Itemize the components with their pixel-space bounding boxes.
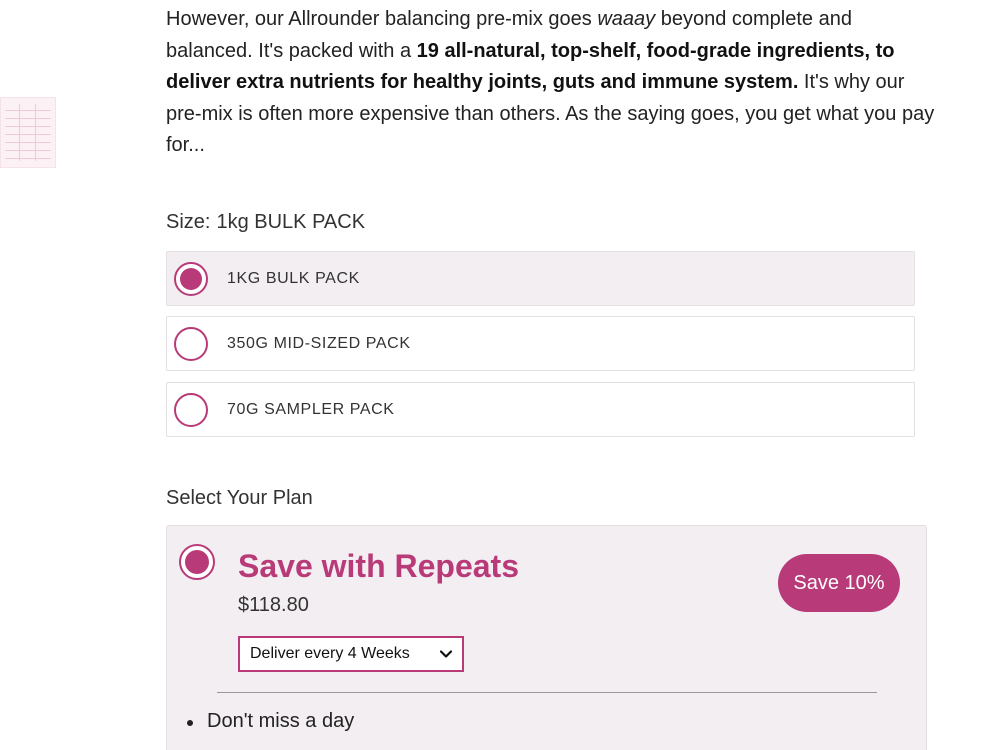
description-text: However, our Allrounder balancing pre-mi… (166, 8, 598, 30)
plan-label: Select Your Plan (166, 487, 313, 509)
size-option-label: 350G MID-SIZED PACK (227, 334, 411, 352)
size-option-70g[interactable]: 70G SAMPLER PACK (166, 382, 915, 437)
radio-unchecked-icon[interactable] (174, 326, 208, 361)
size-label-prefix: Size: (166, 211, 211, 233)
size-option-350g[interactable]: 350G MID-SIZED PACK (166, 316, 915, 371)
size-option-1kg[interactable]: 1KG BULK PACK (166, 251, 915, 306)
size-label: Size: 1kg BULK PACK (166, 211, 365, 234)
plan-option-repeats[interactable]: Save with Repeats $118.80 Save 10% Deliv… (166, 525, 927, 750)
plan-benefits-list: Don't miss a day (186, 710, 354, 742)
product-description: However, our Allrounder balancing pre-mi… (166, 4, 936, 162)
product-thumbnail[interactable] (0, 97, 56, 168)
divider (217, 692, 877, 693)
radio-unchecked-icon[interactable] (174, 392, 208, 427)
size-selected-value: 1kg BULK PACK (216, 211, 366, 233)
product-details: However, our Allrounder balancing pre-mi… (166, 4, 936, 750)
save-badge: Save 10% (778, 554, 900, 612)
description-emphasis: waaay (597, 8, 656, 30)
delivery-frequency-select[interactable]: Deliver every 4 Weeks (238, 636, 464, 672)
chevron-down-icon (439, 650, 453, 658)
size-option-label: 1KG BULK PACK (227, 269, 360, 287)
radio-checked-icon[interactable] (174, 261, 208, 296)
list-item: Don't miss a day (186, 710, 354, 742)
delivery-frequency-value: Deliver every 4 Weeks (250, 645, 410, 662)
size-option-label: 70G SAMPLER PACK (227, 400, 395, 418)
radio-checked-icon[interactable] (179, 544, 215, 580)
plan-title: Save with Repeats (238, 548, 519, 584)
plan-price: $118.80 (238, 594, 309, 616)
